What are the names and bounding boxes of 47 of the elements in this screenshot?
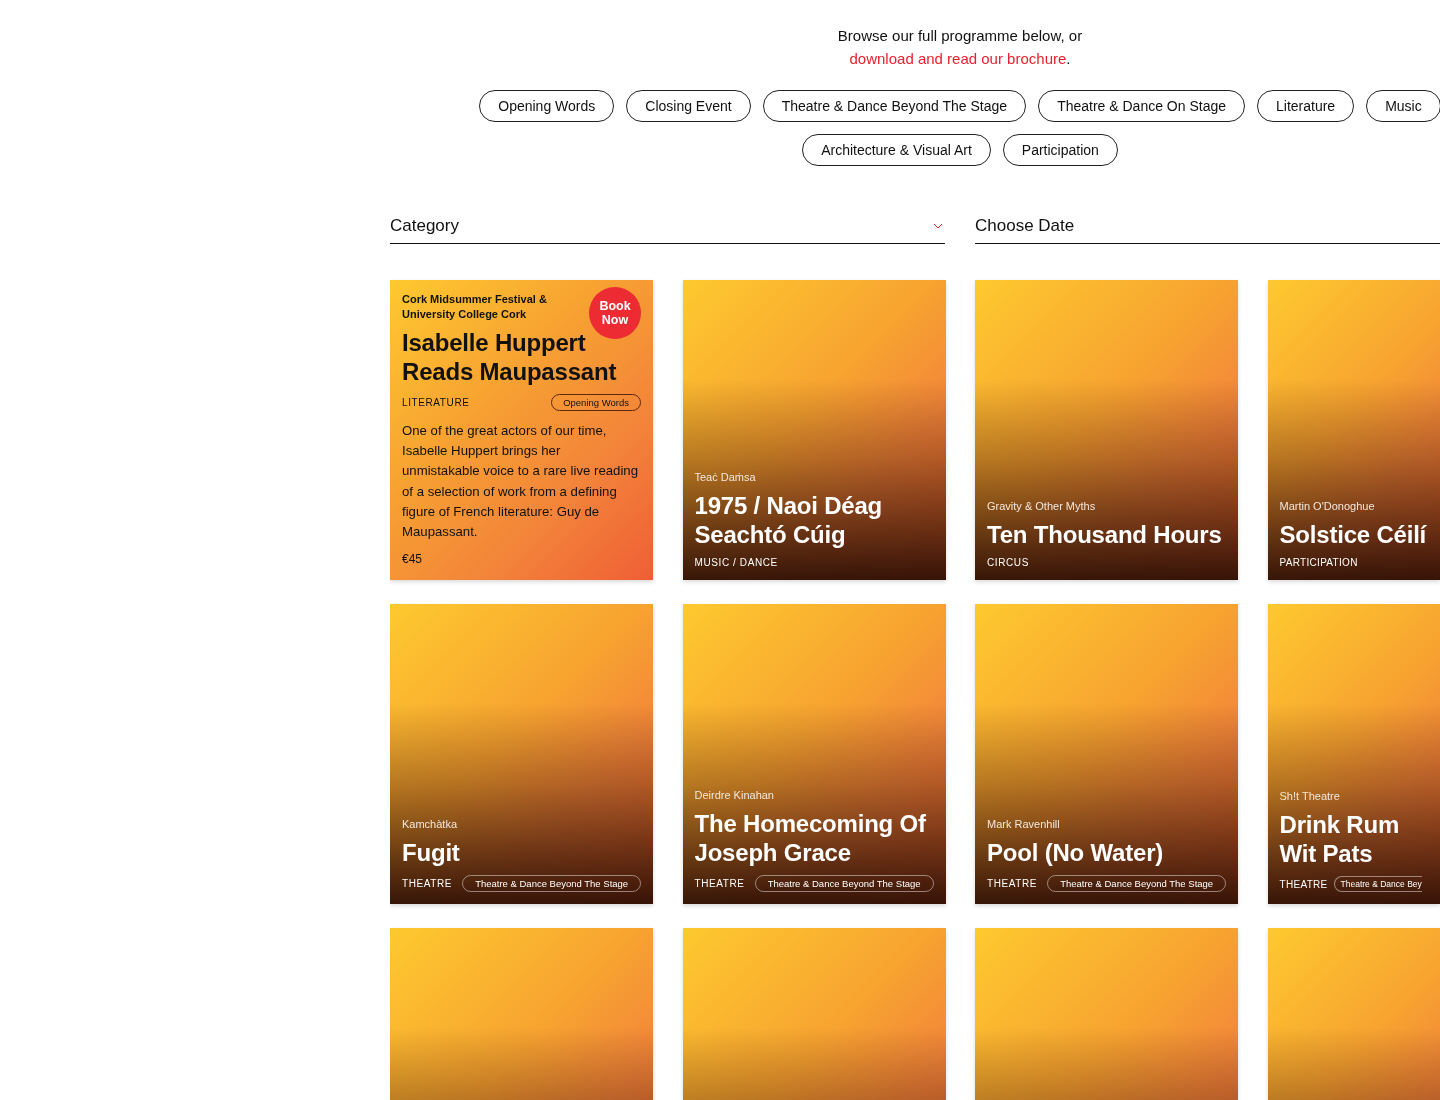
event-card[interactable]: Gravity & Other Myths Ten Thousand Hours CIRCUS: [975, 280, 1238, 580]
presenter-name: Teaċ Daṁsa: [694, 470, 757, 485]
filter-chip[interactable]: Architecture & Visual Art: [802, 134, 991, 166]
category-label: CIRCUS: [987, 557, 1029, 568]
presenter-name: Sh!t Theatre: [1279, 789, 1341, 804]
category-label: THEATRE: [1279, 878, 1328, 890]
filter-chip[interactable]: Music: [1366, 90, 1440, 122]
event-title: Fugit: [402, 838, 461, 867]
event-card[interactable]: Deirdre Kinahan The Homecoming Of Joseph Grace THEATRE Theatre & Dance Beyond The Stage: [682, 604, 946, 904]
event-title: Ten Thousand Hours: [987, 520, 1223, 549]
event-title: 1975 / Naoi Déag Seachtó Cúig: [694, 491, 884, 549]
event-card[interactable]: Martin O'Donoghue Solstice Céilí PARTICIPATION: [1267, 280, 1440, 580]
event-title: The Homecoming Of Joseph Grace: [694, 809, 927, 867]
category-label: LITERATURE: [402, 397, 470, 408]
category-label: THEATRE: [987, 878, 1038, 889]
presenter-name: Deirdre Kinahan: [694, 788, 775, 803]
filter-chip[interactable]: Theatre & Dance Beyond The Stage: [762, 90, 1027, 122]
filter-chip[interactable]: Closing Event: [626, 90, 751, 122]
category-label: THEATRE: [402, 878, 453, 889]
category-label: MUSIC / DANCE: [694, 557, 778, 568]
book-now-button[interactable]: Book Now: [589, 287, 641, 339]
event-title: Solstice Céilí: [1279, 520, 1428, 549]
intro-text: Browse our full programme below, or download and read our brochure.: [836, 26, 1084, 69]
category-label: PARTICIPATION: [1279, 557, 1358, 568]
event-card[interactable]: Mark Ravenhill Pool (No Water) THEATRE Theatre & Dance Beyond The Stage: [975, 604, 1238, 904]
category-label: THEATRE: [694, 878, 745, 889]
brochure-link[interactable]: download and read our brochure: [849, 50, 1067, 67]
presenter-name: Mark Ravenhill: [987, 817, 1061, 832]
filter-chip[interactable]: Participation: [1002, 134, 1118, 166]
filter-chip[interactable]: Theatre & Dance On Stage: [1038, 90, 1245, 122]
event-title: Drink Rum Wit Pats: [1279, 810, 1401, 868]
category-select[interactable]: Category: [390, 208, 945, 244]
presenter-name: Martin O'Donoghue: [1279, 499, 1376, 514]
filter-chip[interactable]: Opening Words: [479, 90, 615, 122]
event-price: €45: [402, 552, 424, 568]
event-card[interactable]: Sh!t Theatre Drink Rum Wit Pats THEATRE Theatre & Dance Bey: [1267, 604, 1440, 904]
presenter-name: Gravity & Other Myths: [987, 499, 1097, 514]
event-card[interactable]: [390, 280, 653, 580]
event-card[interactable]: Teaċ Daṁsa 1975 / Naoi Déag Seachtó Cúig MUSIC / DANCE: [682, 280, 946, 580]
chevron-down-icon: [933, 221, 943, 230]
event-description: One of the great actors of our time, Isabelle Huppert brings her unmistakable voice to a rare live reading of a selection of work from a defining figure of French literature: Guy de Maupassant.: [402, 422, 640, 541]
presenter-name: Kamchàtka: [402, 817, 459, 832]
filter-chip[interactable]: Literature: [1257, 90, 1355, 122]
event-title: Pool (No Water): [987, 838, 1165, 867]
presenter-name: Cork Midsummer Festival & University College Cork: [402, 292, 548, 322]
event-card[interactable]: Kamchàtka Fugit THEATRE Theatre & Dance Beyond The Stage: [390, 604, 653, 904]
date-field[interactable]: Choose Date: [975, 208, 1440, 244]
